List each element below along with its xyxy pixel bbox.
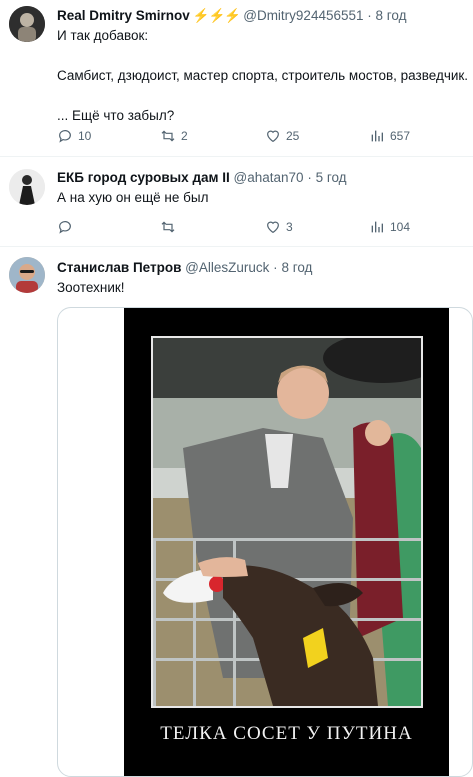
author-handle[interactable]: @ahatan70: [234, 170, 304, 185]
like-button[interactable]: 3: [265, 219, 293, 235]
tweet-header: ЕКБ город суровых дам II @ahatan70 · 5 г…: [57, 170, 347, 185]
retweet-icon: [161, 221, 175, 233]
separator: ·: [367, 8, 372, 23]
avatar-image: [9, 257, 45, 293]
photo-illustration: [153, 338, 421, 706]
author-name[interactable]: Станислав Петров: [57, 260, 181, 275]
reply-icon: [59, 130, 71, 143]
like-count: 25: [286, 129, 300, 143]
avatar[interactable]: [9, 6, 45, 42]
author-handle[interactable]: @AllesZuruck: [185, 260, 269, 275]
views-icon: [371, 221, 383, 233]
timestamp[interactable]: 8 год: [376, 8, 407, 23]
retweet-count: 2: [181, 129, 188, 143]
tweet-text: Зоотехник!: [57, 280, 125, 295]
views-button[interactable]: 104: [369, 219, 410, 235]
avatar-image: [9, 169, 45, 205]
reply-button[interactable]: [57, 219, 78, 235]
poster-photo: [151, 336, 423, 708]
tweet-2[interactable]: ЕКБ город суровых дам II @ahatan70 · 5 г…: [0, 157, 473, 247]
reply-button[interactable]: 10: [57, 128, 91, 144]
poster-caption: ТЕЛКА СОСЕТ У ПУТИНА: [160, 723, 413, 744]
reply-count: 10: [78, 129, 92, 143]
separator: ·: [307, 170, 312, 185]
tweet-text: А на хую он ещё не был: [57, 190, 209, 205]
reply-icon: [59, 221, 71, 234]
retweet-icon: [161, 130, 175, 142]
author-handle[interactable]: @Dmitry924456551: [243, 8, 363, 23]
tweet-header: Станислав Петров @AllesZuruck · 8 год: [57, 260, 312, 275]
views-icon: [371, 130, 383, 142]
demotivator-poster: ТЕЛКА СОСЕТ У ПУТИНА: [124, 308, 449, 776]
like-icon: [267, 221, 279, 234]
tweet-header: Real Dmitry Smirnov ⚡⚡⚡ @Dmitry924456551 ·…: [57, 8, 407, 24]
like-icon: [267, 130, 279, 143]
like-count: 3: [286, 220, 293, 234]
timestamp[interactable]: 5 год: [316, 170, 347, 185]
retweet-button[interactable]: 2: [160, 128, 188, 144]
retweet-button[interactable]: [160, 219, 181, 235]
tweet-media[interactable]: ТЕЛКА СОСЕТ У ПУТИНА: [57, 307, 473, 777]
avatar-image: [9, 6, 45, 42]
author-name[interactable]: ЕКБ город суровых дам II: [57, 170, 230, 185]
tweet-1[interactable]: Real Dmitry Smirnov ⚡⚡⚡ @Dmitry924456551 ·…: [0, 0, 473, 157]
avatar[interactable]: [9, 169, 45, 205]
lightning-badge-icon: ⚡⚡⚡: [192, 8, 241, 23]
like-button[interactable]: 25: [265, 128, 299, 144]
views-button[interactable]: 657: [369, 128, 410, 144]
tweet-text: И так добавок: Самбист, дзюдоист, мастер…: [57, 28, 469, 123]
tweet-actions: 3 104: [57, 219, 417, 237]
tweet-actions: 10 2 25 657: [57, 128, 417, 146]
author-name[interactable]: Real Dmitry Smirnov: [57, 8, 190, 23]
views-count: 104: [390, 220, 411, 234]
views-count: 657: [390, 129, 411, 143]
avatar[interactable]: [9, 257, 45, 293]
separator: ·: [273, 260, 278, 275]
timestamp[interactable]: 8 год: [281, 260, 312, 275]
